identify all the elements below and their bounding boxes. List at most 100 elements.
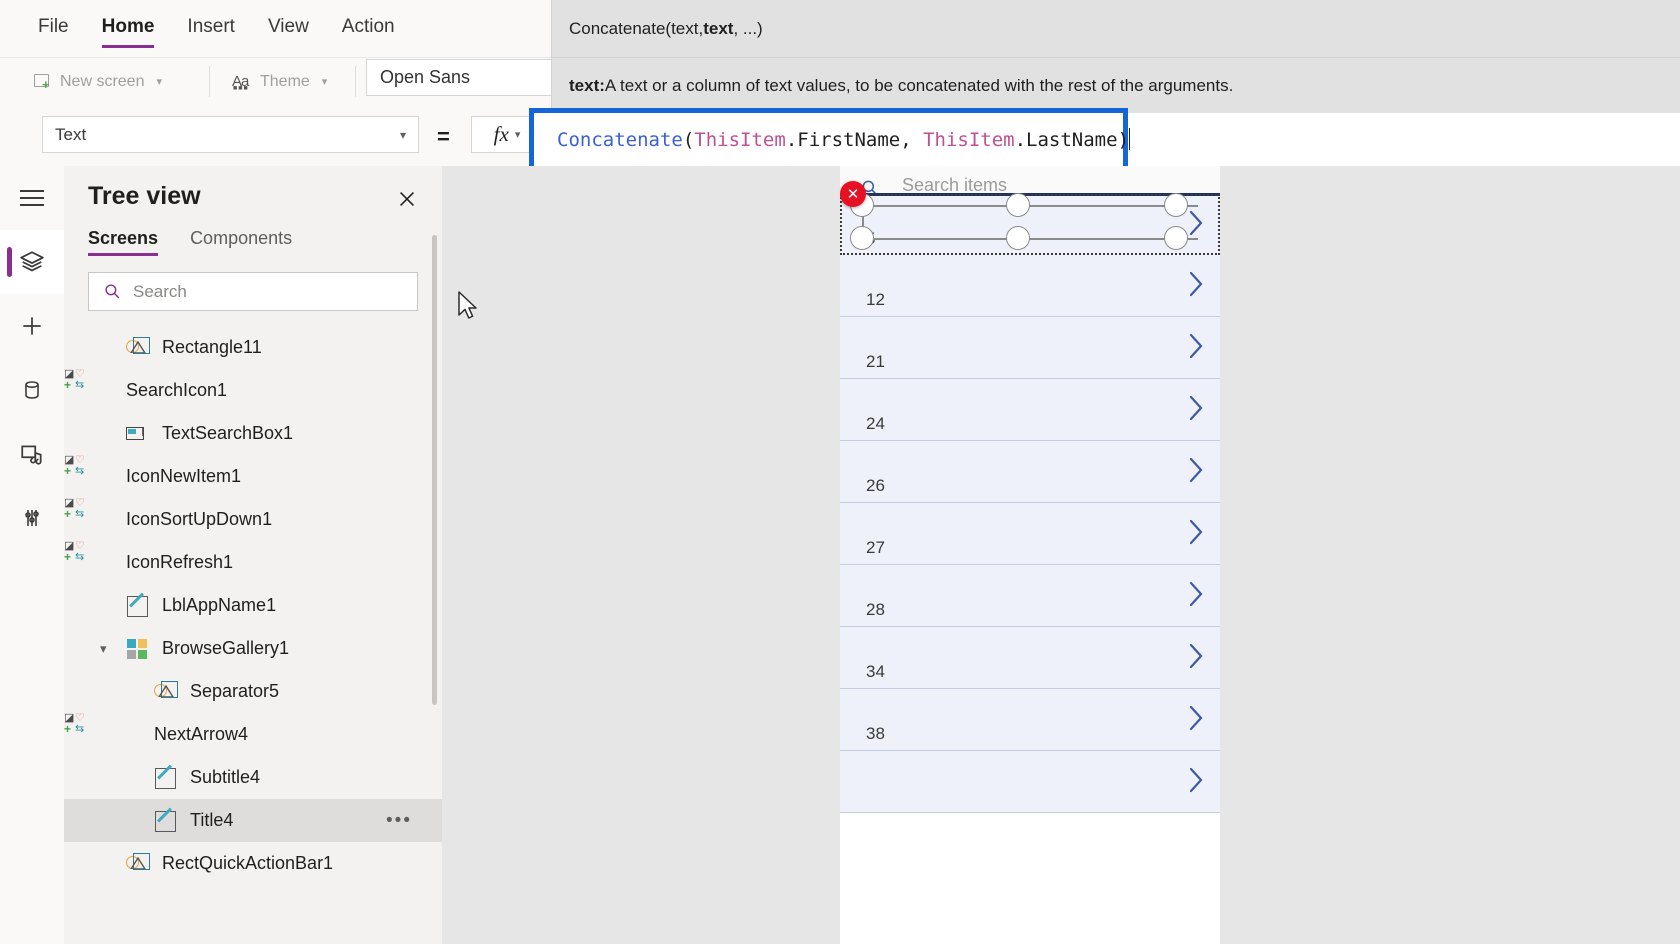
tree-item-rectangle11[interactable]: Rectangle11 (64, 326, 442, 369)
fx-icon: fx (493, 122, 509, 146)
tree-item-label: IconSortUpDown1 (126, 509, 273, 529)
new-screen-button[interactable]: + New screen ▾ (24, 73, 172, 91)
resize-handle-br[interactable] (1164, 226, 1188, 250)
function-signature: Concatenate(text, text, ...) (551, 0, 1680, 57)
gallery-row[interactable]: 26 (840, 441, 1220, 503)
tree-item-iconnewitem1[interactable]: ◪ ♡ + ⇆ IconNewItem1 (64, 455, 442, 498)
tree-item-label: BrowseGallery1 (162, 638, 290, 658)
signature-active-param: text (703, 18, 734, 38)
tree-item-browsegallery1[interactable]: ▾ BrowseGallery1 (64, 627, 442, 670)
formula-input[interactable]: Concatenate(ThisItem.FirstName, ThisItem… (557, 128, 1680, 151)
tree-item-subtitle4[interactable]: Subtitle4 (64, 756, 442, 799)
tree-item-list[interactable]: Rectangle11 ◪ ♡ + ⇆ SearchIcon1 I TextSearchBox… (64, 326, 442, 944)
expander-chevron-icon[interactable]: ▾ (100, 641, 107, 657)
gallery-row[interactable]: 24 (840, 379, 1220, 441)
gallery-row[interactable]: 12 (840, 255, 1220, 317)
mouse-cursor (458, 291, 477, 319)
formula-close-paren: ) (1117, 129, 1130, 151)
tree-item-nextarrow4[interactable]: ◪ ♡ + ⇆ NextArrow4 (64, 713, 442, 756)
formula-function-name: Concatenate (557, 129, 683, 151)
next-arrow-icon[interactable] (1186, 269, 1206, 304)
font-family-value: Open Sans (380, 67, 471, 87)
text-input-icon: I (126, 422, 150, 446)
resize-handle-bm[interactable] (1006, 226, 1030, 250)
tree-view-button[interactable] (0, 230, 64, 294)
next-arrow-icon[interactable] (1186, 455, 1206, 490)
browse-gallery[interactable]: 51221242627283438 (840, 194, 1220, 813)
tree-view-title: Tree view (88, 182, 201, 210)
tree-search-input[interactable]: Search (88, 272, 418, 311)
tree-search-placeholder: Search (133, 281, 187, 301)
gallery-row[interactable]: 38 (840, 689, 1220, 751)
hamburger-menu-button[interactable] (0, 166, 64, 230)
next-arrow-icon[interactable] (1186, 579, 1206, 614)
sliders-icon (25, 510, 39, 526)
resize-handle-bl[interactable] (850, 226, 874, 250)
tree-item-lblappname1[interactable]: LblAppName1 (64, 584, 442, 627)
resize-handle-tr[interactable] (1164, 193, 1188, 217)
signature-prefix: Concatenate(text, (569, 18, 704, 38)
gallery-icon (126, 637, 150, 661)
control-icon: ◪ ♡ + ⇆ (64, 454, 85, 478)
tree-item-overflow-button[interactable]: ••• (386, 811, 412, 830)
tree-item-iconsortupdown1[interactable]: ◪ ♡ + ⇆ IconSortUpDown1 (64, 498, 442, 541)
theme-group: Aa ■■■ Theme ▾ (222, 58, 337, 105)
close-panel-button[interactable] (392, 184, 422, 214)
new-screen-label: New screen (60, 72, 145, 90)
chevron-down-icon: ▾ (399, 127, 406, 142)
next-arrow-icon[interactable] (1186, 517, 1206, 552)
tree-item-title4[interactable]: Title4 ••• (64, 799, 442, 842)
shape-icon (154, 680, 178, 704)
formula-arg2-scope: ThisItem (923, 129, 1015, 151)
resize-handle-tm[interactable] (1006, 193, 1030, 217)
gallery-row[interactable]: 34 (840, 627, 1220, 689)
label-icon (154, 809, 178, 833)
next-arrow-icon[interactable] (1186, 703, 1206, 738)
tree-item-separator5[interactable]: Separator5 (64, 670, 442, 713)
signature-suffix: , ...) (733, 18, 763, 38)
insert-button[interactable] (0, 294, 64, 358)
ribbon-tab-view[interactable]: View (268, 16, 309, 42)
tree-item-rectquickactionbar1[interactable]: RectQuickActionBar1 (64, 842, 442, 885)
gallery-row-subtitle: 27 (866, 538, 885, 557)
property-select[interactable]: Text ▾ (42, 116, 419, 153)
tab-screens[interactable]: Screens (88, 228, 159, 256)
data-button[interactable] (0, 358, 64, 422)
formula-open-paren: ( (682, 129, 695, 151)
gallery-row-subtitle: 26 (866, 476, 885, 495)
theme-label: Theme (260, 72, 310, 90)
left-icon-rail (0, 166, 65, 944)
database-icon (25, 381, 39, 399)
next-arrow-icon[interactable] (1186, 331, 1206, 366)
gallery-row[interactable] (840, 751, 1220, 813)
tab-components[interactable]: Components (190, 228, 292, 256)
search-icon (105, 284, 120, 299)
media-button[interactable] (0, 422, 64, 486)
new-screen-icon: + (34, 74, 51, 91)
tree-item-label: TextSearchBox1 (162, 423, 294, 443)
formula-arg1-scope: ThisItem (694, 129, 786, 151)
ribbon-tab-insert[interactable]: Insert (187, 16, 235, 42)
advanced-button[interactable] (0, 486, 64, 550)
parameter-name: text: (569, 75, 605, 95)
gallery-row[interactable]: 21 (840, 317, 1220, 379)
ribbon-tab-file[interactable]: File (38, 16, 69, 42)
gallery-row[interactable]: 28 (840, 565, 1220, 627)
ribbon-tab-home[interactable]: Home (101, 16, 154, 48)
gallery-row[interactable]: 27 (840, 503, 1220, 565)
next-arrow-icon[interactable] (1186, 393, 1206, 428)
next-arrow-icon[interactable] (1186, 641, 1206, 676)
next-arrow-icon[interactable] (1186, 765, 1206, 800)
plus-icon (23, 317, 41, 335)
ribbon-tab-action[interactable]: Action (342, 16, 395, 42)
chevron-down-icon: ▾ (156, 76, 163, 88)
selection-outline (840, 194, 1220, 255)
tree-item-iconrefresh1[interactable]: ◪ ♡ + ⇆ IconRefresh1 (64, 541, 442, 584)
tree-scrollbar-thumb[interactable] (432, 235, 437, 705)
equals-sign: = (437, 124, 450, 149)
theme-button[interactable]: Aa ■■■ Theme ▾ (222, 72, 337, 93)
gallery-row-subtitle: 12 (866, 290, 885, 309)
tree-item-textsearchbox1[interactable]: I TextSearchBox1 (64, 412, 442, 455)
error-badge[interactable]: ✕ (840, 181, 866, 207)
tree-item-searchicon1[interactable]: ◪ ♡ + ⇆ SearchIcon1 (64, 369, 442, 412)
